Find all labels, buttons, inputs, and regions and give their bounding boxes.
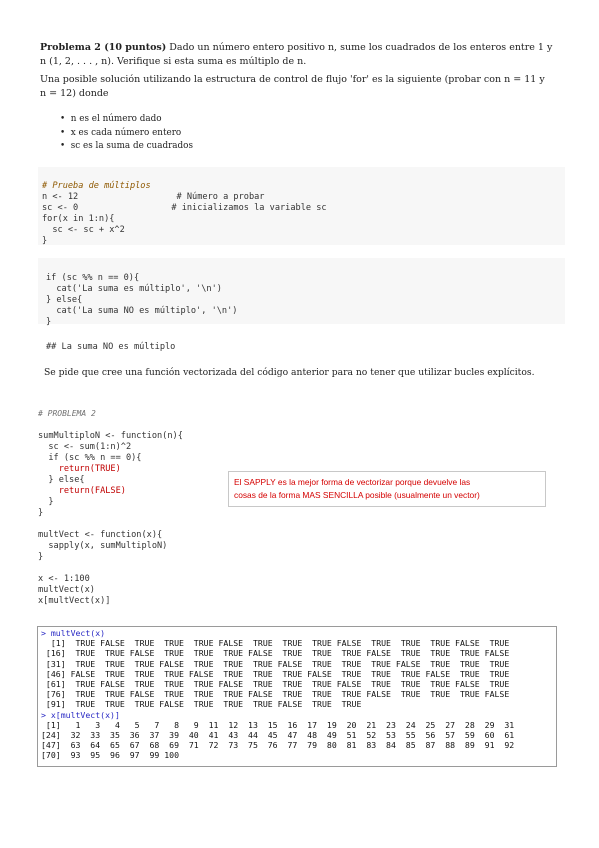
script-line: x <- 1:100 [38,574,90,584]
console-output-line: [76] TRUE TRUE FALSE TRUE TRUE TRUE FALS… [41,689,510,700]
code-line: # Prueba de múltiplos [42,181,151,191]
script-line: } [38,497,54,507]
code-line: cat('La suma es múltiplo', '\n') [46,284,222,294]
script-line: } [38,508,44,518]
script-line: } [38,552,44,562]
script-line: sc <- sum(1:n)^2 [38,442,132,452]
console-output-line: [31] TRUE TRUE TRUE FALSE TRUE TRUE TRUE… [41,658,510,669]
annotation-note: El SAPPLY es la mejor forma de vectoriza… [228,471,546,507]
script-line: } else{ [38,475,85,485]
intro-line-1: Una posible solución utilizando la estru… [40,74,545,85]
intro-line-2: n = 12) donde [40,88,109,99]
console-output-line: [46] FALSE TRUE TRUE TRUE FALSE TRUE TRU… [41,668,510,679]
problem-title: Problema 2 (10 puntos) [40,42,167,53]
statement-line-2: n (1, 2, . . . , n). Verifique si esta s… [40,56,307,67]
script-line: sapply(x, sumMultiploN) [38,541,168,551]
console-output-line: [1] 1 3 4 5 7 8 9 11 12 13 15 16 17 19 2… [41,719,515,730]
problem-statement: Problema 2 (10 puntos) Dado un número en… [40,41,570,69]
code-line: } [42,236,48,246]
r-console: > multVect(x) [1] TRUE FALSE TRUE TRUE T… [37,626,557,767]
console-output-line: [24] 32 33 35 36 37 39 40 41 43 44 45 47… [41,730,515,741]
script-line: return(FALSE) [38,486,126,496]
console-output-line: [16] TRUE TRUE FALSE TRUE TRUE TRUE FALS… [41,648,510,659]
script-line: sumMultiploN <- function(n){ [38,431,183,441]
console-output-line: [1] TRUE FALSE TRUE TRUE TRUE FALSE TRUE… [41,638,510,649]
note-line-1: El SAPPLY es la mejor forma de vectoriza… [234,477,471,487]
code-line: sc <- 0 # inicializamos la variable sc [42,203,327,213]
code-output: ## La suma NO es múltiplo [46,342,176,352]
task-text: Se pide que cree una función vectorizada… [44,367,535,378]
console-command: > x[multVect(x)] [41,709,120,720]
r-script: # PROBLEMA 2 sumMultiploN <- function(n)… [38,408,183,607]
variable-list: • n es el número dado • x es cada número… [60,113,193,154]
code-line: sc <- sc + x^2 [42,225,125,235]
script-line: x[multVect(x)] [38,596,111,606]
console-command: > multVect(x) [41,628,106,638]
console-output-line: [91] TRUE TRUE TRUE FALSE TRUE TRUE TRUE… [41,699,362,710]
code-line: } [46,317,52,327]
statement-line-1: Dado un número entero positivo n, sume l… [169,42,553,53]
code-line: n <- 12 # Número a probar [42,192,265,202]
list-item: • sc es la suma de cuadrados [60,141,193,151]
script-comment: # PROBLEMA 2 [38,409,96,418]
script-line: if (sc %% n == 0){ [38,453,142,463]
console-output-line: [47] 63 64 65 67 68 69 71 72 73 75 76 77… [41,740,515,751]
list-item: • n es el número dado [60,114,162,124]
note-line-2: cosas de la forma MAS SENCILLA posible (… [234,490,480,500]
code-line: if (sc %% n == 0){ [46,273,140,283]
console-output-line: [61] TRUE FALSE TRUE TRUE TRUE FALSE TRU… [41,679,510,690]
code-block-for-loop: # Prueba de múltiplos n <- 12 # Número a… [38,167,565,246]
code-line: } else{ [46,295,83,305]
intro-paragraph: Una posible solución utilizando la estru… [40,73,580,101]
script-line: return(TRUE) [38,464,121,474]
code-line: for(x in 1:n){ [42,214,115,224]
code-line: cat('La suma NO es múltiplo', '\n') [46,306,238,316]
console-output-line: [70] 93 95 96 97 99 100 [41,750,180,761]
code-block-if-else: if (sc %% n == 0){ cat('La suma es múlti… [38,258,565,327]
script-line: multVect(x) [38,585,95,595]
script-line: multVect <- function(x){ [38,530,163,540]
script-lines: sumMultiploN <- function(n){ sc <- sum(1… [38,431,183,607]
list-item: • x es cada número entero [60,127,182,138]
